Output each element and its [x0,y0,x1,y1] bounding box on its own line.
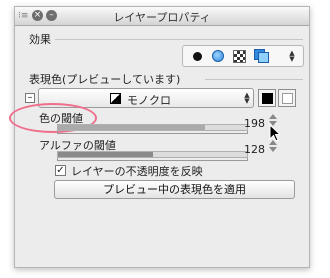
dropdown-arrow-icon: ▲ ▼ [244,91,250,105]
color-swatch-icon[interactable] [254,49,270,63]
title-bar[interactable]: ⁝≡ × – レイヤープロパティ [15,7,309,26]
mouse-cursor-icon [269,123,282,142]
threshold-ticks [57,131,248,134]
layer-property-panel: ⁝≡ × – レイヤープロパティ 効果 ▲ ▼ 表現色(プレビューしています) –… [9,6,310,268]
alpha-threshold-slider[interactable] [57,151,248,158]
white-color-button[interactable] [278,89,296,107]
alpha-threshold-value[interactable]: 128 [239,143,265,156]
checker-effect-icon[interactable] [233,50,246,63]
effects-label: 効果 [29,33,51,46]
reflect-opacity-label: レイヤーの不透明度を反映 [71,165,203,178]
monochrome-icon [110,93,121,104]
alpha-threshold-ticks [57,158,248,161]
expression-color-label: 表現色(プレビューしています) [29,73,181,86]
window-title: レイヤープロパティ [113,11,211,24]
circle-effect-icon[interactable] [212,50,224,62]
collapse-icon[interactable]: – [25,93,35,103]
effect-toolbar: ▲ ▼ [182,45,304,67]
expression-mode-value: モノクロ [127,94,171,107]
threshold-slider[interactable] [57,124,248,131]
border-effect-icon[interactable] [193,52,202,61]
apply-expression-color-button[interactable]: プレビュー中の表現色を適用 [54,180,295,199]
threshold-slider-fill [58,125,205,130]
expression-divider [205,79,303,80]
effects-divider [55,39,303,40]
threshold-value[interactable]: 198 [239,117,265,130]
effect-stepper-icon[interactable]: ▲ ▼ [288,50,296,63]
alpha-threshold-slider-fill [58,152,153,157]
reflect-opacity-checkbox[interactable]: ✓ [55,165,66,176]
black-color-button[interactable] [258,89,276,107]
